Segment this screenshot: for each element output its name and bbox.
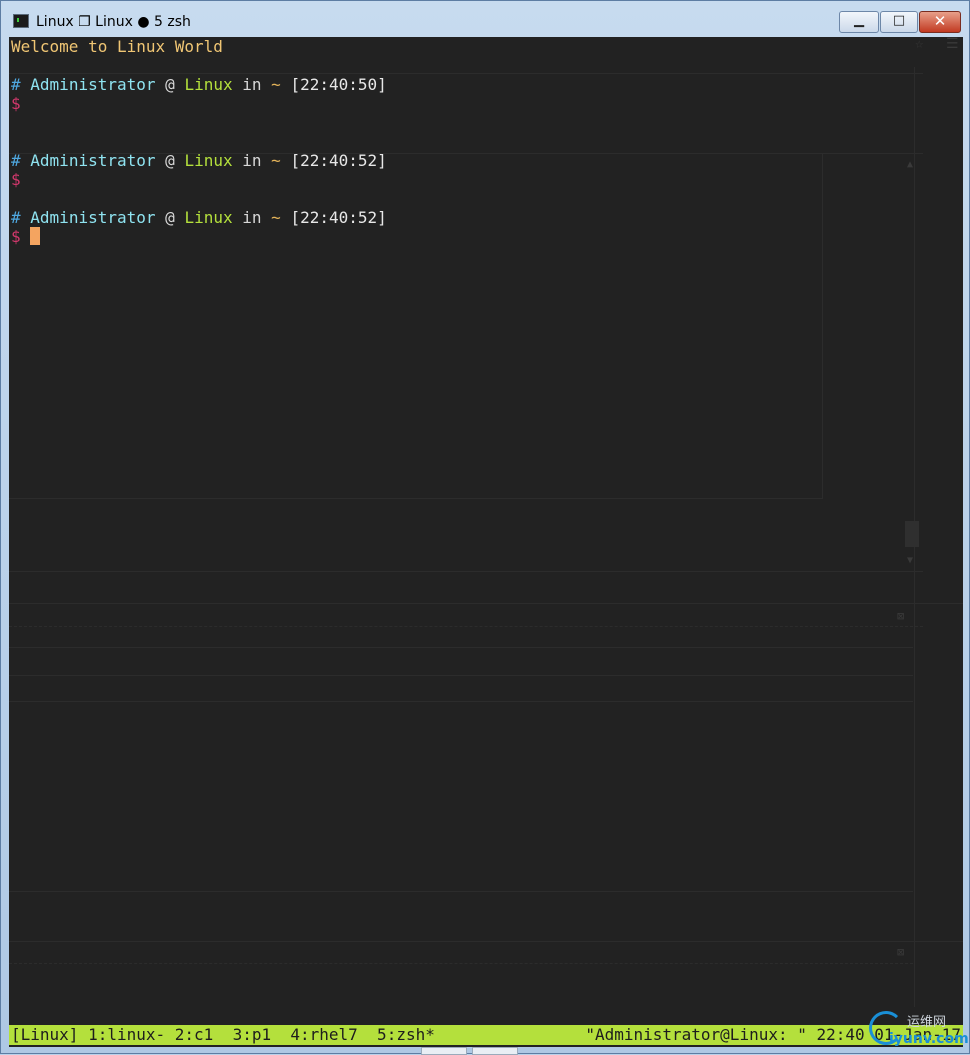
close-icon: ✕ (933, 12, 947, 30)
prompt-dir: ~ (271, 208, 281, 227)
prompt-in: in (242, 151, 262, 170)
ghost-divider (9, 73, 923, 74)
ghost-menu-icon: ☰ (946, 37, 959, 52)
prompt-line: # Administrator @ Linux in ~ [22:40:52] (11, 151, 387, 170)
prompt-dir: ~ (271, 75, 281, 94)
prompt-hash: # (11, 151, 21, 170)
prompt-host: Linux (184, 75, 233, 94)
ghost-divider (9, 603, 963, 604)
status-right: "Administrator@Linux: " 22:40 01-Jan-17 (585, 1025, 961, 1044)
ghost-collapse-icon: ⊠ (897, 609, 905, 623)
prompt-at: @ (165, 208, 175, 227)
ghost-divider (9, 498, 823, 499)
input-line[interactable]: $ (11, 227, 40, 246)
ghost-collapse-icon: ⊠ (897, 945, 905, 959)
ghost-star-icon: ☆ (915, 37, 924, 52)
tmux-status-bar: [Linux] 1:linux- 2:c1 3:p1 4:rhel7 5:zsh… (9, 1025, 963, 1045)
session-name[interactable]: [Linux] (11, 1025, 78, 1044)
prompt-hash: # (11, 75, 21, 94)
prompt-dir: ~ (271, 151, 281, 170)
window-list[interactable]: 1:linux- 2:c1 3:p1 4:rhel7 5:zsh* (78, 1025, 435, 1044)
prompt-user: Administrator (30, 151, 156, 170)
prompt-line: # Administrator @ Linux in ~ [22:40:52] (11, 208, 387, 227)
prompt-hash: # (11, 208, 21, 227)
close-button[interactable]: ✕ (919, 11, 961, 33)
terminal-area[interactable]: ☆ ☰ ▲ ▼ ⊠ ⊠ Welcome to Linux World # Adm… (9, 37, 963, 1047)
status-left: [Linux] 1:linux- 2:c1 3:p1 4:rhel7 5:zsh… (11, 1025, 435, 1045)
ghost-divider (822, 153, 823, 499)
prompt-user: Administrator (30, 208, 156, 227)
ghost-divider (9, 963, 913, 964)
window-title: Linux ❐ Linux ● 5 zsh (36, 14, 191, 30)
prompt-host: Linux (184, 151, 233, 170)
prompt-at: @ (165, 151, 175, 170)
prompt-host: Linux (184, 208, 233, 227)
prompt-dollar: $ (11, 227, 21, 246)
prompt-time: [22:40:50] (290, 75, 387, 94)
ghost-divider (9, 675, 913, 676)
ghost-divider (9, 891, 913, 892)
text-cursor[interactable] (29, 227, 40, 245)
ghost-scroll-thumb (905, 521, 919, 547)
ghost-divider (9, 941, 963, 942)
maximize-button[interactable]: □ (880, 11, 918, 33)
minimize-icon: ▁ (854, 13, 864, 28)
ghost-divider (9, 701, 913, 702)
maximize-icon: □ (892, 13, 906, 28)
ghost-divider (9, 647, 913, 648)
prompt-time: [22:40:52] (290, 208, 387, 227)
prompt-time: [22:40:52] (290, 151, 387, 170)
prompt-dollar: $ (11, 170, 21, 189)
ghost-divider (9, 626, 923, 627)
title-bar[interactable]: Linux ❐ Linux ● 5 zsh ▁ □ ✕ (1, 1, 969, 37)
minimize-button[interactable]: ▁ (839, 11, 879, 33)
prompt-in: in (242, 208, 262, 227)
prompt-at: @ (165, 75, 175, 94)
ghost-scroll-up-icon: ▲ (907, 159, 914, 170)
prompt-in: in (242, 75, 262, 94)
ghost-scroll-down-icon: ▼ (907, 555, 914, 566)
terminal-window: Linux ❐ Linux ● 5 zsh ▁ □ ✕ ☆ ☰ ▲ ▼ ⊠ ⊠ … (0, 0, 970, 1055)
prompt-line: # Administrator @ Linux in ~ [22:40:50] (11, 75, 387, 94)
ghost-divider (9, 571, 923, 572)
prompt-user: Administrator (30, 75, 156, 94)
welcome-message: Welcome to Linux World (11, 37, 223, 56)
prompt-dollar: $ (11, 94, 21, 113)
terminal-app-icon[interactable] (13, 14, 29, 28)
